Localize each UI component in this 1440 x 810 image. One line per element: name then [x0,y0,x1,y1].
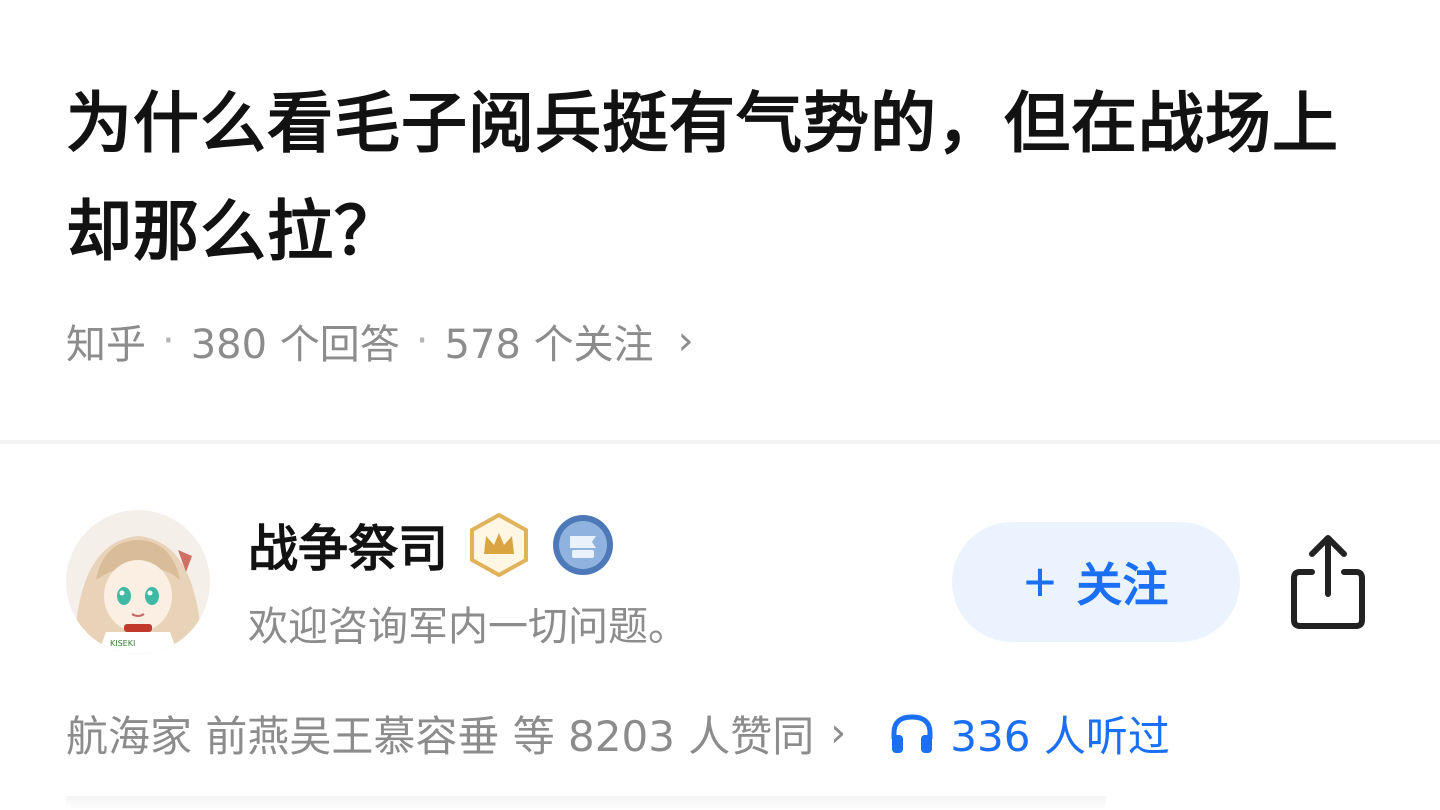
voters-text: 航海家 前燕吴王慕容垂 等 8203 人赞同 [66,711,815,761]
follow-button[interactable]: + 关注 [952,522,1240,642]
author-name-row: 战争祭司 [248,510,616,580]
honor-badge-icon[interactable] [550,512,616,578]
answer-stats: 航海家 前燕吴王慕容垂 等 8203 人赞同 › 336 人听过 [66,700,1386,766]
follow-label: 关注 [1076,559,1169,611]
author-bio: 欢迎咨询军内一切问题。 [248,604,688,650]
question-meta[interactable]: 知乎 · 380 个回答 · 578 个关注 › [66,312,1386,370]
listens-text: 336 人听过 [950,711,1170,761]
svg-text:KISEKI: KISEKI [110,639,135,648]
answers-count: 380 个回答 [190,322,400,368]
plus-icon: + [1023,550,1057,613]
chevron-right-icon: › [830,710,847,756]
answer-page: 为什么看毛子阅兵挺有气势的，但在战场上却那么拉？ 知乎 · 380 个回答 · … [0,0,1440,810]
author-name[interactable]: 战争祭司 [248,509,448,581]
crown-badge-icon[interactable] [466,512,532,578]
followers-count: 578 个关注 [444,322,654,368]
share-icon[interactable] [1288,534,1368,630]
avatar[interactable]: KISEKI [66,510,210,654]
headphones-icon [891,714,933,753]
listens-link[interactable]: 336 人听过 [888,703,1170,764]
question-source: 知乎 [66,322,146,368]
avatar-illustration-icon: KISEKI [66,510,210,654]
question-header: 为什么看毛子阅兵挺有气势的，但在战场上却那么拉？ 知乎 · 380 个回答 · … [66,70,1386,370]
meta-separator: · [415,318,429,364]
question-title[interactable]: 为什么看毛子阅兵挺有气势的，但在战场上却那么拉？ [66,70,1386,286]
section-divider [0,440,1440,444]
chevron-right-icon: › [677,318,694,364]
author-row: KISEKI 战争祭司 欢迎咨询军内一切问题。 + 关注 [66,510,1376,660]
meta-separator: · [162,318,175,364]
voters-link[interactable]: 航海家 前燕吴王慕容垂 等 8203 人赞同 › [66,703,846,764]
answer-content-preview [66,796,1106,810]
